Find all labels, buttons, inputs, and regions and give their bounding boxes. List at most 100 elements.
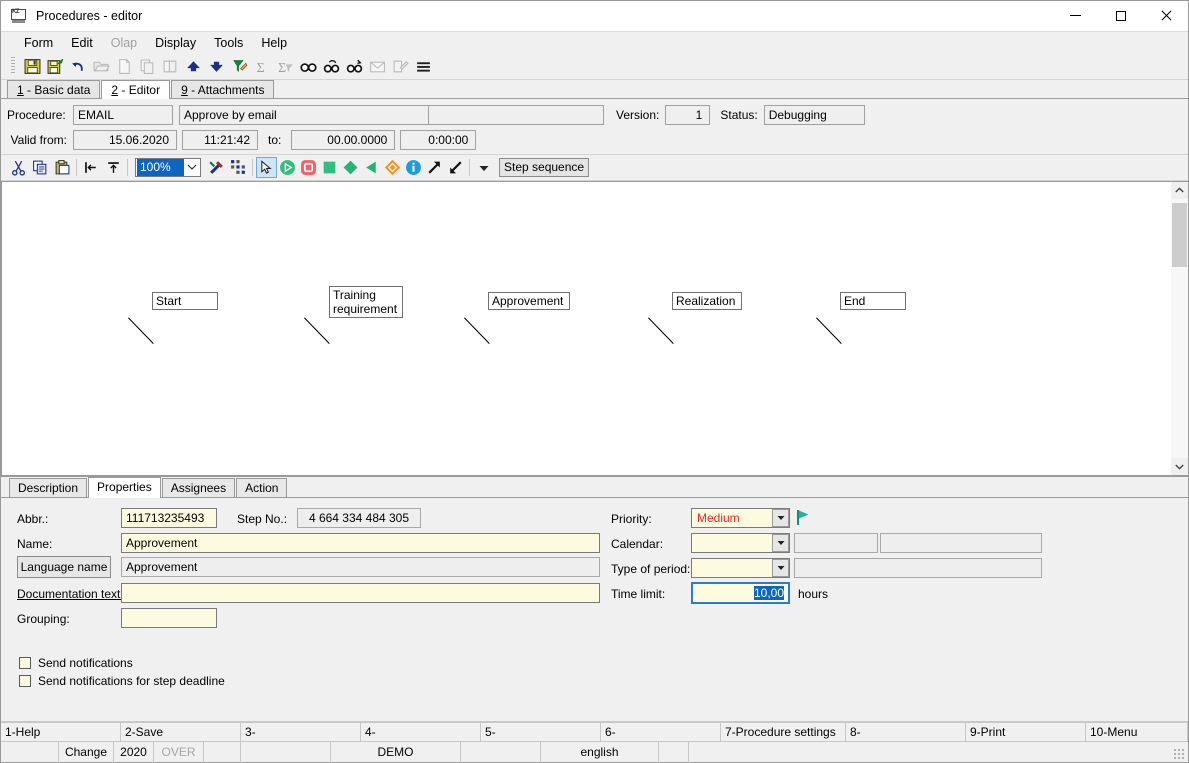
find-previous-icon[interactable] [320, 55, 342, 77]
documentation-text-input[interactable] [121, 583, 600, 603]
fkey-6[interactable]: 6- [601, 722, 721, 742]
fkey-5[interactable]: 5- [481, 722, 601, 742]
node-label-realization[interactable]: Realization [672, 292, 742, 310]
fkey-2-save[interactable]: 2-Save [121, 722, 241, 742]
tab-attachments[interactable]: 9 - Attachments [171, 80, 275, 98]
menu-lines-icon[interactable] [412, 55, 434, 77]
type-of-period-combo[interactable] [691, 558, 790, 578]
valid-from-date-field[interactable]: 15.06.2020 [73, 130, 177, 150]
diagram-canvas[interactable]: Start Training requirement Approvement R… [1, 181, 1171, 476]
fkey-3[interactable]: 3- [241, 722, 361, 742]
menu-item-display[interactable]: Display [146, 34, 205, 52]
step-node-icon[interactable] [319, 157, 340, 178]
menu-item-help[interactable]: Help [252, 34, 296, 52]
fkey-9-print[interactable]: 9-Print [966, 722, 1086, 742]
grouping-input[interactable] [121, 608, 217, 628]
scroll-down-icon[interactable] [1171, 458, 1188, 475]
condition-node-icon[interactable] [361, 157, 382, 178]
checkbox-box[interactable] [19, 657, 31, 669]
filter-edit-icon[interactable] [228, 55, 250, 77]
chevron-down-icon[interactable] [772, 509, 789, 527]
notes-icon[interactable] [389, 55, 411, 77]
resize-grip-icon[interactable] [1173, 748, 1185, 760]
minimize-button[interactable] [1053, 1, 1098, 31]
tab-basic-data[interactable]: 1 - Basic data [7, 80, 101, 98]
tab-action[interactable]: Action [236, 478, 288, 497]
sum-icon[interactable]: Σ [251, 55, 273, 77]
connector-in-icon[interactable] [445, 157, 466, 178]
fkey-7-procedure-settings[interactable]: 7-Procedure settings [721, 722, 846, 742]
maximize-button[interactable] [1098, 1, 1143, 31]
node-label-training-requirement[interactable]: Training requirement [329, 286, 403, 318]
menu-item-form[interactable]: Form [15, 34, 62, 52]
tab-properties[interactable]: Properties [88, 477, 161, 498]
end-node-icon[interactable] [298, 157, 319, 178]
zoom-value[interactable]: 100% [137, 159, 184, 176]
tab-editor[interactable]: 2 - Editor [101, 80, 171, 99]
fkey-8[interactable]: 8- [846, 722, 966, 742]
to-date-field[interactable]: 00.00.0000 [291, 130, 396, 150]
scrollbar-thumb[interactable] [1172, 203, 1187, 267]
align-top-icon[interactable] [102, 157, 124, 179]
sum-filter-icon[interactable]: Σ [274, 55, 296, 77]
abbr-input[interactable]: 111713235493 [121, 508, 217, 528]
valid-from-time-field[interactable]: 11:21:42 [182, 130, 258, 150]
language-name-button[interactable]: Language name [17, 556, 111, 578]
save-as-icon[interactable] [44, 55, 66, 77]
dropdown-arrow-icon[interactable] [473, 157, 495, 179]
move-down-icon[interactable] [205, 55, 227, 77]
status-field[interactable]: Debugging [763, 105, 865, 125]
save-icon[interactable] [21, 55, 43, 77]
version-field[interactable]: 1 [665, 105, 711, 125]
procedure-code-field[interactable]: EMAIL [73, 105, 173, 125]
info-node-icon[interactable] [403, 157, 424, 178]
undo-icon[interactable] [67, 55, 89, 77]
find-icon[interactable] [297, 55, 319, 77]
copy-icon[interactable] [136, 55, 158, 77]
procedure-name-field-ext[interactable] [429, 105, 604, 125]
mail-icon[interactable] [366, 55, 388, 77]
scrollbar-track[interactable] [1171, 199, 1188, 458]
calendar-combo[interactable] [691, 533, 790, 553]
checkbox-box[interactable] [19, 675, 31, 687]
step-sequence-button[interactable]: Step sequence [499, 158, 590, 177]
open-folder-icon[interactable] [90, 55, 112, 77]
chevron-down-icon[interactable] [184, 163, 200, 173]
node-label-approvement[interactable]: Approvement [488, 292, 570, 310]
procedure-name-field[interactable]: Approve by email [179, 105, 429, 125]
move-up-icon[interactable] [182, 55, 204, 77]
fkey-4[interactable]: 4- [361, 722, 481, 742]
gateway-node-icon[interactable] [382, 157, 403, 178]
chevron-down-icon[interactable] [772, 534, 789, 552]
align-left-icon[interactable] [80, 157, 102, 179]
find-next-icon[interactable] [343, 55, 365, 77]
decision-node-icon[interactable] [340, 157, 361, 178]
send-notifications-deadline-checkbox[interactable]: Send notifications for step deadline [19, 674, 225, 688]
connector-out-icon[interactable] [424, 157, 445, 178]
pointer-tool-icon[interactable] [256, 157, 277, 178]
send-notifications-checkbox[interactable]: Send notifications [19, 656, 133, 670]
close-button[interactable] [1143, 1, 1188, 31]
cut-icon[interactable] [7, 157, 29, 179]
copy-icon[interactable] [29, 157, 51, 179]
toolbar-grip[interactable] [11, 57, 15, 75]
time-limit-input[interactable]: 10,00 [691, 582, 790, 604]
to-time-field[interactable]: 0:00:00 [400, 130, 477, 150]
paste-icon[interactable] [51, 157, 73, 179]
menu-item-edit[interactable]: Edit [62, 34, 102, 52]
zoom-combo[interactable]: 100% [135, 158, 201, 177]
new-document-icon[interactable] [113, 55, 135, 77]
canvas-vertical-scrollbar[interactable] [1171, 181, 1188, 476]
menu-item-tools[interactable]: Tools [205, 34, 252, 52]
fkey-1-help[interactable]: 1-Help [1, 722, 121, 742]
start-node-icon[interactable] [277, 157, 298, 178]
node-label-end[interactable]: End [840, 292, 906, 310]
tab-description[interactable]: Description [9, 478, 88, 497]
tab-assignees[interactable]: Assignees [161, 478, 236, 497]
chevron-down-icon[interactable] [772, 559, 789, 577]
priority-combo[interactable]: Medium [691, 508, 790, 528]
scroll-up-icon[interactable] [1171, 182, 1188, 199]
node-label-start[interactable]: Start [152, 292, 218, 310]
priority-flag-icon[interactable] [796, 509, 812, 529]
fkey-10-menu[interactable]: 10-Menu [1086, 722, 1188, 742]
